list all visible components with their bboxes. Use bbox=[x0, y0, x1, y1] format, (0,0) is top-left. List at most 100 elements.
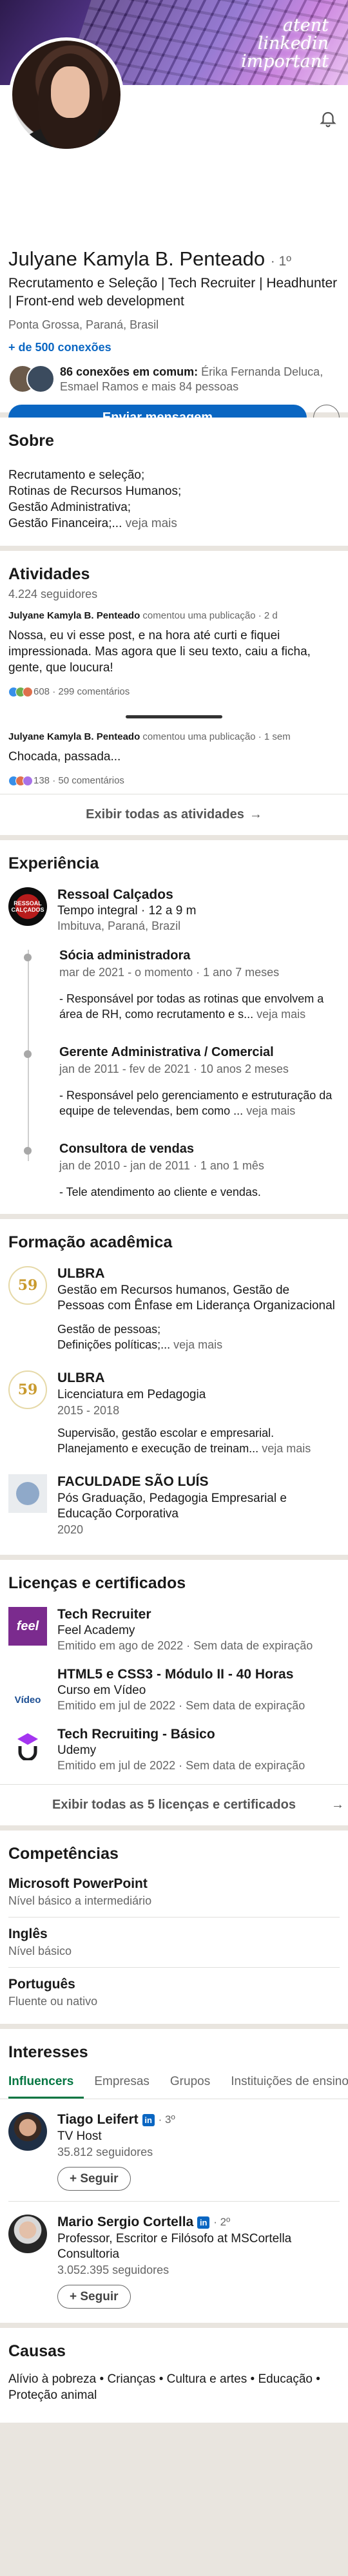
activity-post[interactable]: Julyane Kamyla B. Penteado comentou uma … bbox=[0, 722, 348, 794]
education-years: 2015 - 2018 bbox=[57, 1404, 120, 1417]
mutual-count: 86 conexões em comum: bbox=[60, 365, 198, 378]
role-title: Sócia administradora bbox=[59, 948, 191, 963]
bell-icon[interactable] bbox=[318, 110, 338, 129]
education-item[interactable]: 59 ULBRA Licenciatura em Pedagogia 2015 … bbox=[0, 1356, 348, 1460]
license-issuer: Curso em Vídeo bbox=[57, 1684, 146, 1697]
company-logo: RESSOAL CALÇADOS bbox=[8, 887, 47, 926]
tab-companies[interactable]: Empresas bbox=[94, 2066, 160, 2099]
skill-level: Fluente ou nativo bbox=[8, 1995, 98, 2008]
education-item[interactable]: FACULDADE SÃO LUÍS Pós Graduação, Pedago… bbox=[0, 1460, 348, 1541]
education-years: 2020 bbox=[57, 1523, 84, 1536]
skill-name: Português bbox=[8, 1977, 75, 1992]
school-name: ULBRA bbox=[57, 1266, 105, 1281]
influencer-followers: 35.812 seguidores bbox=[57, 2146, 153, 2158]
mutual-avatars bbox=[8, 365, 60, 394]
profile-top-card: atent linkedin important Julyane Kamyla B.… bbox=[0, 0, 348, 431]
influencer-item[interactable]: Mario Sergio Cortella in · 2º Professor, E… bbox=[0, 2202, 348, 2323]
see-all-licenses-button[interactable]: Exibir todas as 5 licenças e certificado… bbox=[0, 1785, 348, 1825]
about-text: Recrutamento e seleção; Rotinas de Recur… bbox=[8, 468, 182, 530]
avatar bbox=[26, 365, 55, 393]
udemy-logo-icon bbox=[8, 1727, 47, 1765]
profile-name-line: Julyane Kamyla B. Penteado · 1º bbox=[8, 247, 340, 271]
license-name: Tech Recruiting - Básico bbox=[57, 1727, 215, 1742]
influencer-name: Mario Sergio Cortella bbox=[57, 2215, 194, 2229]
section-title: Competências bbox=[8, 1845, 119, 1863]
post-reactions[interactable]: 138 · 50 comentários bbox=[8, 775, 340, 786]
skill-name: Microsoft PowerPoint bbox=[8, 1876, 148, 1891]
issuer-logo: Vídeo bbox=[14, 1695, 41, 1706]
section-title: Licenças e certificados bbox=[8, 1574, 186, 1592]
mutual-connections[interactable]: 86 conexões em comum: Érika Fernanda Del… bbox=[8, 365, 340, 394]
education-section: Formação acadêmica 59 ULBRA Gestão em Re… bbox=[0, 1219, 348, 1555]
follow-button[interactable]: + Seguir bbox=[57, 2167, 131, 2191]
experience-role[interactable]: Gerente Administrativa / Comercial jan d… bbox=[24, 1022, 340, 1119]
connections-link[interactable]: + de 500 conexões bbox=[8, 341, 340, 354]
profile-avatar[interactable] bbox=[9, 37, 124, 152]
skill-item[interactable]: Português Fluente ou nativo bbox=[0, 1968, 348, 2017]
see-all-activity-button[interactable]: Exibir todas as atividades → bbox=[0, 794, 348, 835]
school-logo bbox=[8, 1474, 47, 1513]
causes-list: Alívio à pobreza • Crianças • Cultura e … bbox=[8, 2372, 320, 2402]
avatar bbox=[8, 2215, 47, 2253]
role-title: Gerente Administrativa / Comercial bbox=[59, 1045, 274, 1059]
reaction-icons bbox=[8, 775, 33, 786]
linkedin-influencer-icon: in bbox=[197, 2216, 210, 2229]
avatar bbox=[8, 2112, 47, 2151]
role-description: - Responsável pelo gerenciamento e estru… bbox=[59, 1089, 333, 1117]
experience-role[interactable]: Sócia administradora mar de 2021 - o mom… bbox=[24, 933, 340, 1022]
connection-degree: · 2º bbox=[213, 2216, 231, 2228]
skills-section: Competências Microsoft PowerPoint Nível … bbox=[0, 1831, 348, 2024]
influencer-name: Tiago Leifert bbox=[57, 2112, 139, 2127]
license-name: HTML5 e CSS3 - Módulo II - 40 Horas bbox=[57, 1667, 294, 1682]
activity-section: Atividades 4.224 seguidores Julyane Kamy… bbox=[0, 551, 348, 835]
license-name: Tech Recruiter bbox=[57, 1607, 151, 1622]
see-more-link[interactable]: veja mais bbox=[122, 517, 177, 530]
degree: Gestão em Recursos humanos, Gestão de Pe… bbox=[57, 1283, 335, 1312]
license-date: Emitido em ago de 2022 · Sem data de exp… bbox=[57, 1639, 313, 1652]
license-item[interactable]: Tech Recruiting - Básico Udemy Emitido e… bbox=[0, 1716, 348, 1784]
post-author: Julyane Kamyla B. Penteado bbox=[8, 610, 140, 621]
skill-item[interactable]: Microsoft PowerPoint Nível básico a inte… bbox=[0, 1867, 348, 1917]
about-section: Sobre Recrutamento e seleção; Rotinas de… bbox=[0, 418, 348, 546]
carousel-divider bbox=[126, 715, 222, 718]
influencer-item[interactable]: Tiago Leifert in · 3º TV Host 35.812 segui… bbox=[0, 2099, 348, 2201]
license-date: Emitido em jul de 2022 · Sem data de exp… bbox=[57, 1699, 305, 1712]
section-title: Atividades bbox=[8, 565, 90, 583]
company-name: Ressoal Calçados bbox=[57, 887, 173, 902]
skill-name: Inglês bbox=[8, 1927, 48, 1941]
license-item[interactable]: feel Tech Recruiter Feel Academy Emitido… bbox=[0, 1597, 348, 1657]
connection-degree: · 1º bbox=[270, 254, 291, 269]
tab-groups[interactable]: Grupos bbox=[170, 2066, 220, 2099]
timeline-dot bbox=[24, 1147, 32, 1155]
see-more-link[interactable]: veja mais bbox=[258, 1442, 311, 1455]
tab-influencers[interactable]: Influencers bbox=[8, 2066, 84, 2099]
licenses-section: Licenças e certificados feel Tech Recrui… bbox=[0, 1560, 348, 1825]
follow-button[interactable]: + Seguir bbox=[57, 2285, 131, 2309]
profile-headline: Recrutamento e Seleção | Tech Recruiter … bbox=[8, 276, 338, 309]
license-issuer: Feel Academy bbox=[57, 1624, 135, 1637]
section-title: Formação acadêmica bbox=[8, 1233, 173, 1251]
post-author: Julyane Kamyla B. Penteado bbox=[8, 731, 140, 742]
post-reactions[interactable]: 608 · 299 comentários bbox=[8, 686, 340, 697]
skill-item[interactable]: Inglês Nível básico bbox=[0, 1918, 348, 1967]
see-more-link[interactable]: veja mais bbox=[170, 1338, 222, 1351]
role-dates: jan de 2011 - fev de 2021 · 10 anos 2 me… bbox=[59, 1062, 289, 1075]
influencer-followers: 3.052.395 seguidores bbox=[57, 2264, 169, 2276]
role-description: - Responsável por todas as rotinas que e… bbox=[59, 992, 324, 1021]
experience-role[interactable]: Consultora de vendas jan de 2010 - jan d… bbox=[24, 1119, 340, 1200]
see-more-link[interactable]: veja mais bbox=[253, 1008, 305, 1021]
see-more-link[interactable]: veja mais bbox=[243, 1104, 295, 1117]
timeline-dot bbox=[24, 1050, 32, 1058]
linkedin-influencer-icon: in bbox=[142, 2113, 155, 2126]
tab-schools[interactable]: Instituições de ensino bbox=[231, 2066, 348, 2099]
post-body: Nossa, eu vi esse post, e na hora até cu… bbox=[8, 629, 311, 675]
license-item[interactable]: Vídeo HTML5 e CSS3 - Módulo II - 40 Hora… bbox=[0, 1657, 348, 1716]
education-description: Gestão de pessoas; Definições políticas;… bbox=[57, 1323, 223, 1351]
education-item[interactable]: 59 ULBRA Gestão em Recursos humanos, Ges… bbox=[0, 1256, 348, 1356]
experience-company[interactable]: RESSOAL CALÇADOS Ressoal Calçados Tempo … bbox=[0, 877, 348, 933]
license-date: Emitido em jul de 2022 · Sem data de exp… bbox=[57, 1759, 305, 1772]
section-title: Interesses bbox=[8, 2043, 88, 2061]
skill-level: Nível básico a intermediário bbox=[8, 1894, 152, 1907]
activity-post[interactable]: Julyane Kamyla B. Penteado comentou uma … bbox=[0, 601, 348, 705]
school-logo: 59 bbox=[8, 1370, 47, 1409]
